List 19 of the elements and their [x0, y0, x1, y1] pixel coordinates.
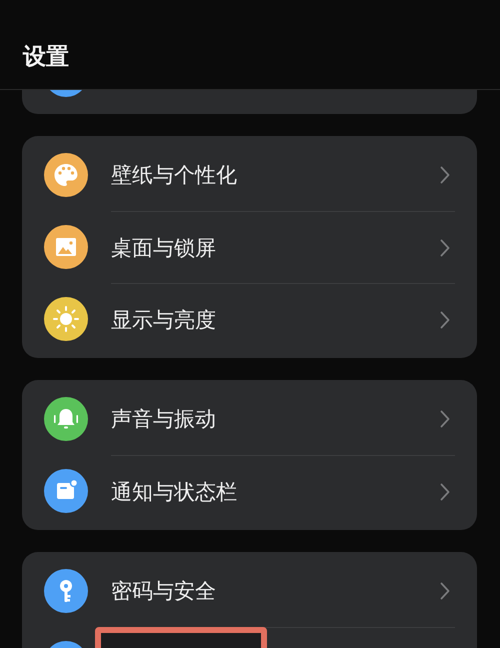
- chevron-icon: [440, 582, 450, 600]
- chevron-icon: [440, 410, 450, 428]
- sun-icon: [44, 297, 88, 341]
- settings-item[interactable]: 壁纸与个性化: [111, 161, 237, 189]
- chevron-icon: [440, 166, 450, 184]
- notification-icon: [44, 469, 88, 513]
- settings-item[interactable]: 密码与安全: [111, 577, 216, 605]
- chevron-icon: [440, 482, 450, 500]
- chevron-icon: [440, 238, 450, 256]
- settings-item[interactable]: 通知与状态栏: [111, 478, 237, 506]
- image-icon: [44, 225, 88, 269]
- settings-item[interactable]: 桌面与锁屏: [111, 234, 216, 262]
- bell-icon: [44, 397, 88, 441]
- page-title: 设置: [23, 43, 69, 72]
- settings-item[interactable]: 显示与亮度: [111, 306, 216, 334]
- palette-icon: [44, 153, 88, 197]
- settings-item[interactable]: 声音与振动: [111, 405, 216, 433]
- chevron-icon: [440, 310, 450, 328]
- key-icon: [44, 569, 88, 613]
